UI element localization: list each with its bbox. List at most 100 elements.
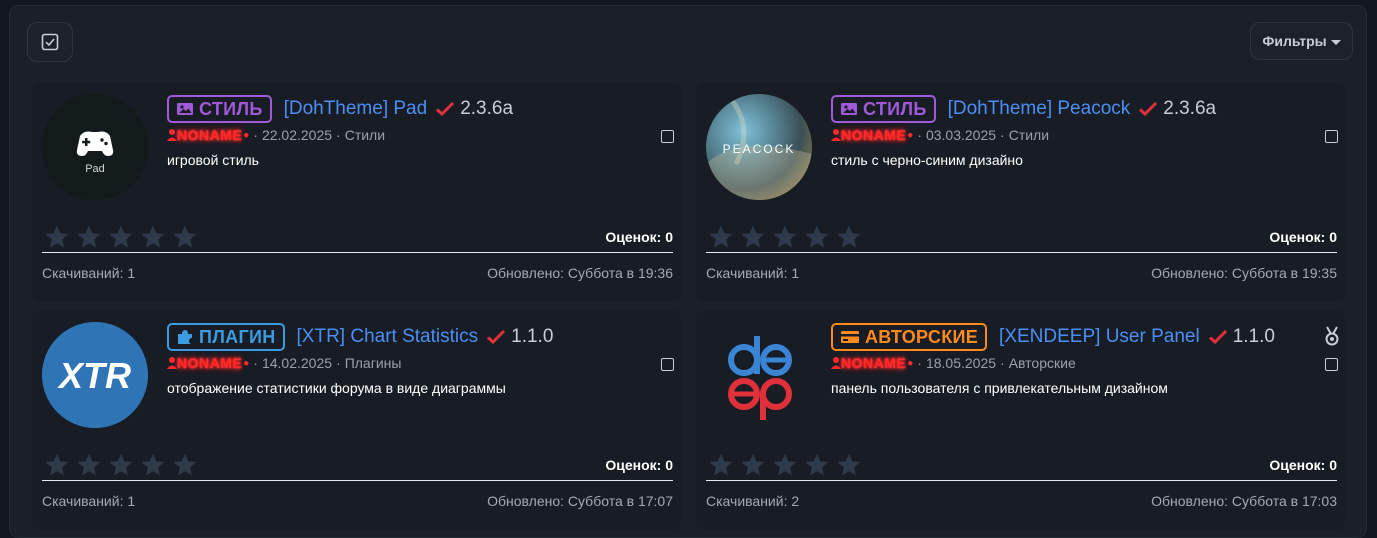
card-header: ПЛАГИН [XTR] Chart Statistics 1.1.0 [167, 322, 671, 352]
resource-meta: NONAME ● · 03.03.2025 · Стили [831, 127, 1049, 143]
resource-version: 2.3.6a [460, 98, 514, 119]
category-badge[interactable]: СТИЛЬ [167, 95, 272, 123]
star-icon [837, 453, 861, 476]
star-icon [173, 225, 197, 248]
dot-icon: ● [243, 357, 250, 369]
resource-description: панель пользователя с привлекательным ди… [831, 380, 1168, 396]
ratings-count: Оценок: 0 [605, 229, 673, 245]
check-icon [1208, 329, 1227, 345]
updated-time: Обновлено: Суббота в 19:36 [487, 265, 673, 281]
resource-thumbnail[interactable]: PEACOCK [706, 94, 812, 200]
select-checkbox[interactable] [661, 358, 674, 371]
select-all-button[interactable] [27, 22, 73, 62]
star-icon [773, 225, 797, 248]
resource-title-link[interactable]: [XENDEEP] User Panel [999, 326, 1200, 348]
author-link[interactable]: NONAME [841, 355, 906, 371]
check-icon [487, 329, 506, 345]
resource-description: игровой стиль [167, 152, 259, 168]
resource-date: 14.02.2025 [261, 355, 333, 371]
card-header: АВТОРСКИЕ [XENDEEP] User Panel 1.1.0 [831, 322, 1335, 352]
divider [42, 480, 673, 481]
resource-card: АВТОРСКИЕ [XENDEEP] User Panel 1.1.0 NON… [696, 310, 1345, 530]
chevron-down-icon [1330, 39, 1341, 45]
star-icon [709, 453, 733, 476]
rating-stars [43, 452, 199, 478]
category-badge[interactable]: АВТОРСКИЕ [831, 323, 988, 351]
resource-thumbnail[interactable]: XTR [42, 322, 148, 428]
resource-date: 18.05.2025 [925, 355, 997, 371]
resource-title-link[interactable]: [DohTheme] Peacock [948, 98, 1131, 120]
ratings-count: Оценок: 0 [1269, 229, 1337, 245]
user-icon [167, 129, 177, 141]
thumbnail-label: Pad [85, 163, 105, 175]
ratings-count: Оценок: 0 [605, 457, 673, 473]
updated-time: Обновлено: Суббота в 19:35 [1151, 265, 1337, 281]
resource-description: стиль с черно-синим дизайно [831, 152, 1023, 168]
select-checkbox[interactable] [661, 130, 674, 143]
dot-icon: ● [243, 129, 250, 141]
gamepad-icon: Pad [42, 94, 148, 200]
resource-category-link[interactable]: Авторские [1009, 355, 1076, 371]
resource-card: Pad СТИЛЬ [DohTheme] Pad 2.3.6a NONAME ●… [32, 82, 681, 302]
xendeep-logo [728, 336, 792, 420]
author-link[interactable]: NONAME [841, 127, 906, 143]
card-footer: Скачиваний: 1 Обновлено: Суббота в 17:07 [42, 493, 673, 509]
star-icon [109, 453, 133, 476]
select-checkbox[interactable] [1325, 130, 1338, 143]
resource-category-link[interactable]: Стили [345, 127, 385, 143]
thumbnail-label: XTR [57, 355, 131, 396]
star-icon [45, 225, 69, 248]
star-icon [109, 225, 133, 248]
category-badge[interactable]: СТИЛЬ [831, 95, 936, 123]
resource-thumbnail[interactable] [706, 322, 812, 428]
puzzle-icon [178, 330, 192, 344]
filters-label: Фильтры [1262, 33, 1327, 49]
resource-title-link[interactable]: [XTR] Chart Statistics [297, 326, 479, 348]
credit-card-icon [841, 331, 859, 343]
thumbnail-label: PEACOCK [723, 142, 796, 156]
resource-date: 22.02.2025 [261, 127, 333, 143]
resource-meta: NONAME ● · 22.02.2025 · Стили [167, 127, 385, 143]
category-badge[interactable]: ПЛАГИН [167, 323, 285, 351]
rating-stars [707, 452, 863, 478]
resource-meta: NONAME ● · 18.05.2025 · Авторские [831, 355, 1076, 371]
resource-version: 1.1.0 [1232, 326, 1275, 347]
card-footer: Скачиваний: 1 Обновлено: Суббота в 19:36 [42, 265, 673, 281]
author-link[interactable]: NONAME [177, 127, 242, 143]
resource-thumbnail[interactable]: Pad [42, 94, 148, 200]
select-checkbox[interactable] [1325, 358, 1338, 371]
updated-time: Обновлено: Суббота в 17:03 [1151, 493, 1337, 509]
divider [706, 480, 1337, 481]
checkbox-icon [41, 33, 59, 51]
star-icon [141, 225, 165, 248]
check-icon [1139, 101, 1158, 117]
author-link[interactable]: NONAME [177, 355, 242, 371]
check-icon [436, 101, 455, 117]
xtr-logo: XTR [42, 322, 148, 428]
resource-description: отображение статистики форума в виде диа… [167, 380, 506, 396]
star-icon [709, 225, 733, 248]
resource-title-link[interactable]: [DohTheme] Pad [284, 98, 428, 120]
resource-category-link[interactable]: Стили [1009, 127, 1049, 143]
star-icon [773, 453, 797, 476]
star-icon [77, 453, 101, 476]
downloads-count: Скачиваний: 1 [42, 265, 136, 281]
user-icon [831, 129, 841, 141]
card-footer: Скачиваний: 1 Обновлено: Суббота в 19:35 [706, 265, 1337, 281]
downloads-count: Скачиваний: 2 [706, 493, 800, 509]
resource-category-link[interactable]: Плагины [345, 355, 402, 371]
star-icon [805, 453, 829, 476]
card-header: СТИЛЬ [DohTheme] Peacock 2.3.6a [831, 94, 1335, 124]
card-header: СТИЛЬ [DohTheme] Pad 2.3.6a [167, 94, 671, 124]
star-icon [741, 225, 765, 248]
resource-card: XTR ПЛАГИН [XTR] Chart Statistics 1.1.0 … [32, 310, 681, 530]
star-icon [837, 225, 861, 248]
resource-version: 1.1.0 [511, 326, 554, 347]
rating-stars [43, 224, 199, 250]
resource-version: 2.3.6a [1163, 98, 1217, 119]
resource-date: 03.03.2025 [925, 127, 997, 143]
updated-time: Обновлено: Суббота в 17:07 [487, 493, 673, 509]
medal-icon [1325, 326, 1339, 346]
dot-icon: ● [907, 129, 914, 141]
filters-button[interactable]: Фильтры [1250, 22, 1353, 60]
